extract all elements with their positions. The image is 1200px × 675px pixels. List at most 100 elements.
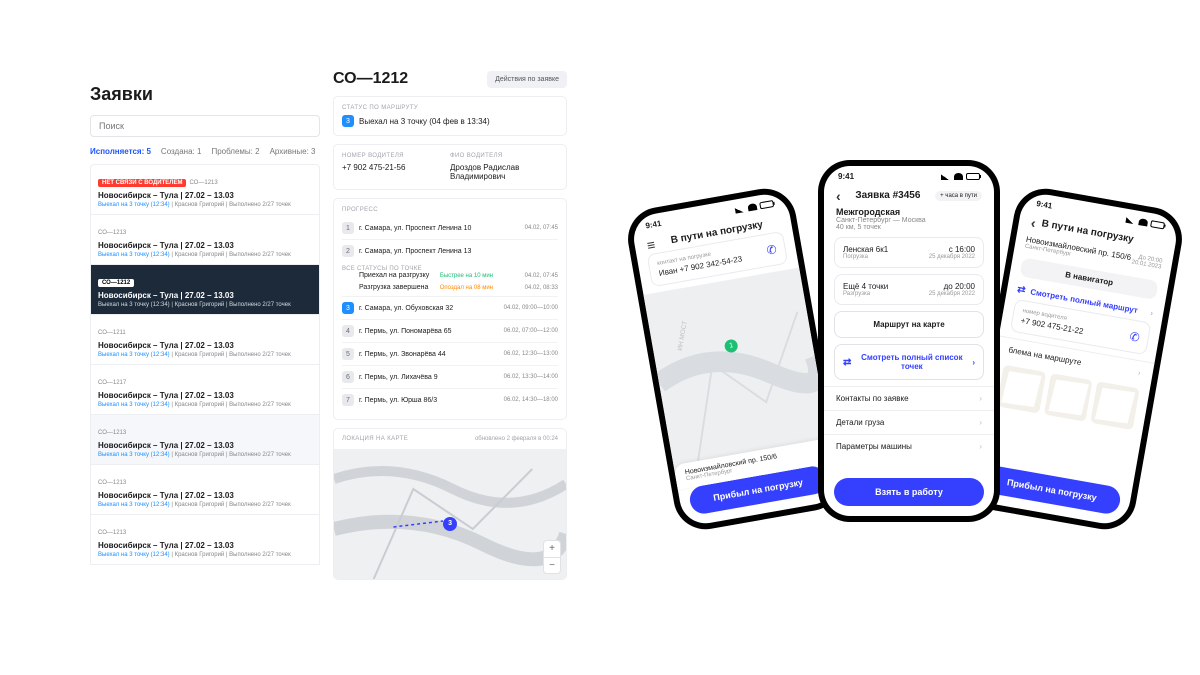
statusbar-time: 9:41 [1036, 199, 1053, 211]
point-number: 2 [342, 245, 354, 257]
chevron-right-icon: › [1150, 308, 1154, 317]
svg-text:ИН МОСТ: ИН МОСТ [677, 320, 689, 351]
p2-pt1-name: Ленская 6к1 [843, 245, 888, 254]
progress-label: прогресс [342, 207, 558, 213]
progress-row[interactable]: 2г. Самара, ул. Проспект Ленина 13 [342, 239, 558, 262]
order-list: НЕТ СВЯЗИ С ВОДИТЕЛЕМСО—1213Новосибирск … [90, 164, 320, 565]
filter-tab[interactable]: Исполняется: 5 [90, 147, 151, 156]
order-id: СО—1213 [98, 530, 126, 536]
progress-row[interactable]: 5г. Пермь, ул. Звонарёва 4406.02, 12:30—… [342, 342, 558, 365]
filter-tab[interactable]: Архивные: 3 [270, 147, 316, 156]
order-status: Выехал на 3 точку (12:34) [98, 252, 170, 258]
map-label: локация на карте [342, 436, 408, 442]
order-id: СО—1213 [98, 480, 126, 486]
map-block: локация на карте обновлено 2 февраля в 0… [333, 428, 567, 580]
p2-pt2-time: до 20:00 [944, 282, 975, 291]
p2-pt1-type: Погрузка [843, 254, 868, 260]
order-id: СО—1213 [98, 430, 126, 436]
statusbar-time: 9:41 [645, 218, 662, 230]
p1-map[interactable]: ИН МОСТ 1 Новоизмайловский пр. 150/6 Сан… [643, 267, 833, 489]
phone-icon[interactable]: ✆ [765, 242, 777, 258]
id-badge: СО—1212 [98, 279, 134, 287]
page-title: Заявки [90, 84, 320, 105]
route-status-block: статус по маршруту 3 Выехал на 3 точку (… [333, 96, 567, 136]
driver-name-label: фио водителя [450, 153, 558, 159]
filter-tabs: Исполняется: 5 Создана: 1 Проблемы: 2 Архив… [90, 147, 320, 156]
order-status: Выехал на 3 точку (12:34) [98, 552, 170, 558]
driver-block: номер водителя +7 902 475-21-56 фио води… [333, 144, 567, 190]
p2-menu-item[interactable]: Детали груза› [824, 410, 994, 434]
p2-map-button[interactable]: Маршрут на карте [834, 311, 984, 338]
p2-route-sub: Санкт-Петербург — Москва 40 км, 5 точек [836, 217, 982, 231]
point-date: 04.02, 09:00—10:00 [498, 305, 558, 311]
phone-icon[interactable]: ✆ [1129, 329, 1141, 345]
point-number: 7 [342, 394, 354, 406]
document-photo[interactable] [1091, 381, 1140, 430]
p2-point-2: Ещё 4 точки до 20:00 Разгрузка 25 декабр… [834, 274, 984, 305]
point-number: 5 [342, 348, 354, 360]
point-date: 06.02, 14:30—18:00 [498, 397, 558, 403]
point-date: 04.02, 07:45 [498, 225, 558, 231]
progress-row[interactable]: 4г. Пермь, ул. Пономарёва 6506.02, 07:00… [342, 319, 558, 342]
actions-button[interactable]: Действия по заявке [487, 71, 567, 88]
all-statuses-label: все статусы по точке [342, 262, 558, 272]
order-card[interactable]: СО—1211Новосибирск – Тула | 27.02 – 13.0… [90, 315, 320, 365]
order-status: Выехал на 3 точку (12:34) [98, 302, 170, 308]
progress-row[interactable]: 3 г. Самара, ул. Обуховская 32 04.02, 09:0… [342, 296, 558, 319]
map-updated: обновлено 2 февраля в 00:24 [475, 436, 558, 442]
p2-menu-item[interactable]: Параметры машины› [824, 434, 994, 458]
order-route: Новосибирск – Тула | 27.02 – 13.03 [98, 241, 312, 250]
status-text: Выехал на 3 точку (04 фев в 13:34) [359, 117, 490, 126]
order-card[interactable]: СО—1213Новосибирск – Тула | 27.02 – 13.0… [90, 515, 320, 565]
p3-cta[interactable]: Прибыл на погрузку [982, 464, 1123, 516]
p2-pt2-name: Ещё 4 точки [843, 282, 888, 291]
progress-row[interactable]: Приехал на разгрузкуБыстрее на 10 мин04.… [342, 272, 558, 284]
filter-tab[interactable]: Создана: 1 [161, 147, 202, 156]
point-text: г. Пермь, ул. Пономарёва 65 [359, 328, 493, 335]
point-number: 3 [342, 302, 354, 314]
order-status: Выехал на 3 точку (12:34) [98, 502, 170, 508]
p2-pt1-time: с 16:00 [949, 245, 975, 254]
order-status: Выехал на 3 точку (12:34) [98, 452, 170, 458]
driver-name: Дроздов Радислав Владимирович [450, 163, 558, 181]
back-icon[interactable]: ‹ [1031, 222, 1036, 223]
phone-center: 9:41 ‹ Заявка #3456 + часа в пути Межгор… [818, 160, 1000, 522]
point-date: 04.02, 08:33 [498, 285, 558, 291]
p2-cta[interactable]: Взять в работу [834, 478, 984, 506]
order-card[interactable]: СО—1213 Новосибирск – Тула | 27.02 – 13.0… [90, 465, 320, 515]
progress-row[interactable]: Разгрузка завершенаОпоздал на 08 мин04.0… [342, 284, 558, 296]
point-text: г. Самара, ул. Обуховская 32 [359, 305, 493, 312]
order-id: СО—1213 [98, 230, 126, 236]
order-card[interactable]: СО—1217Новосибирск – Тула | 27.02 – 13.0… [90, 365, 320, 415]
progress-row[interactable]: 6г. Пермь, ул. Лихачёва 906.02, 13:30—14… [342, 365, 558, 388]
status-label: статус по маршруту [342, 105, 558, 111]
point-number: 1 [342, 222, 354, 234]
search-input[interactable] [90, 115, 320, 137]
order-route: Новосибирск – Тула | 27.02 – 13.03 [98, 391, 312, 400]
statusbar-icons [1126, 215, 1166, 229]
order-id: СО—1211 [98, 330, 126, 336]
point-number: 6 [342, 371, 354, 383]
order-route: Новосибирск – Тула | 27.02 – 13.03 [98, 491, 312, 500]
p2-full-list-button[interactable]: Смотреть полный список точек › [834, 344, 984, 380]
p2-menu-item[interactable]: Контакты по заявке› [824, 386, 994, 410]
order-card[interactable]: НЕТ СВЯЗИ С ВОДИТЕЛЕМСО—1213Новосибирск … [90, 164, 320, 215]
map-zoom: + − [544, 541, 560, 573]
order-card[interactable]: СО—1212Новосибирск – Тула | 27.02 – 13.0… [90, 265, 320, 315]
progress-row[interactable]: 1г. Самара, ул. Проспект Ленина 1004.02,… [342, 217, 558, 239]
order-status: Выехал на 3 точку (12:34) [98, 202, 170, 208]
order-card[interactable]: СО—1213Новосибирск – Тула | 27.02 – 13.0… [90, 415, 320, 465]
detail-title: СО—1212 [333, 70, 408, 88]
filter-tab[interactable]: Проблемы: 2 [211, 147, 259, 156]
p2-pt1-date: 25 декабря 2022 [929, 254, 975, 260]
document-photo[interactable] [997, 365, 1046, 414]
map-canvas[interactable]: 3 + − [334, 449, 566, 579]
zoom-in-button[interactable]: + [544, 541, 560, 557]
zoom-out-button[interactable]: − [544, 557, 560, 573]
order-id: СО—1213 [189, 180, 217, 186]
order-card[interactable]: СО—1213 Новосибирск – Тула | 27.02 – 13.0… [90, 215, 320, 265]
order-status: Выехал на 3 точку (12:34) [98, 352, 170, 358]
document-photo[interactable] [1044, 373, 1093, 422]
menu-icon[interactable]: ≡ [647, 244, 655, 245]
progress-row[interactable]: 7г. Пермь, ул. Юрша 86/306.02, 14:30—18:… [342, 388, 558, 411]
